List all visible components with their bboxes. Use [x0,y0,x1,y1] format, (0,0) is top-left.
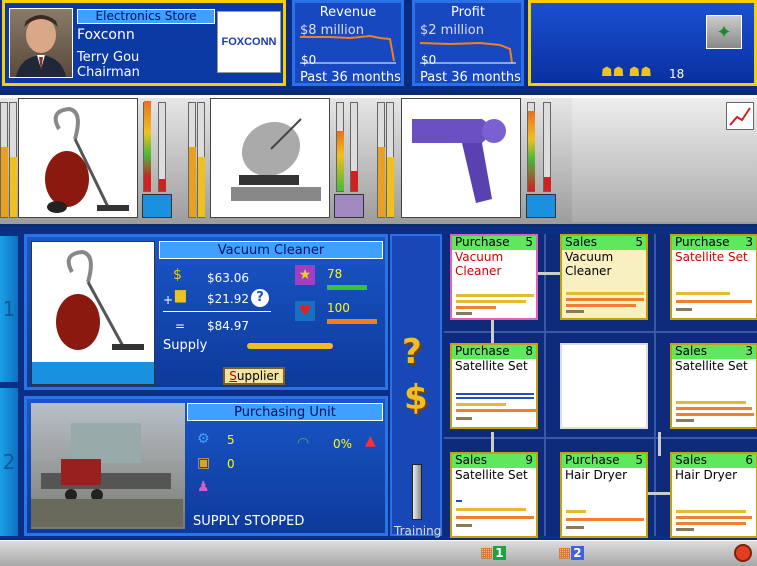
hairdryer-image[interactable] [401,98,521,218]
unit-card-sales-satellite[interactable]: Sales 3 Satellite Set [670,343,757,429]
building-icon: ▦ [480,545,494,561]
purchasing-title: Purchasing Unit [187,403,383,421]
company-logo[interactable]: FOXCONN [217,11,281,73]
people-count: 18 [669,67,685,81]
company-logo-text: FOXCONN [221,36,277,48]
side-tab-1[interactable]: 1 [0,236,18,382]
purchasing-photo[interactable] [31,403,185,529]
building-tab-1[interactable]: ▦ 1 [480,543,514,563]
detail-equals: = [175,319,186,333]
product-slot-satellite[interactable] [188,98,370,222]
store-type: Electronics Store [77,9,215,24]
status-panel: ✦ ☗☗ ☗☗ 18 [528,0,757,86]
purchasing-v1: 5 [227,433,235,447]
product-color-2 [334,194,364,218]
satellite-image[interactable] [210,98,330,218]
exit-button[interactable] [734,544,752,562]
product-color-1 [142,194,172,218]
map-icon: ✦ [716,21,732,43]
warning-icon[interactable]: ▲ [365,433,376,449]
ceo-portrait[interactable] [9,8,73,78]
unit-card-sales-vacuum[interactable]: Sales 5 Vacuum Cleaner [560,234,648,320]
supplier-button[interactable]: Supplier [223,367,285,385]
help-question-button[interactable]: ? [402,332,422,372]
detail-price1: $63.06 [207,271,249,285]
unit-card-purchase-satellite-2[interactable]: Purchase 8 Satellite Set [450,343,538,429]
detail-total: $84.97 [207,319,249,333]
people-icon: ☗☗ ☗☗ [601,65,652,80]
gauge-icon: ◠ [297,435,310,451]
truck-icon: ▆ [175,287,186,303]
detail-product-image[interactable] [31,241,155,385]
unit-card-purchase-hairdryer[interactable]: Purchase 5 Hair Dryer [560,452,648,538]
profit-title: Profit [451,5,485,20]
product-color-3 [526,194,556,218]
quality-value: 78 [327,267,343,281]
brand-bar [327,319,377,324]
quality-bar [327,285,367,290]
detail-price2: $21.92 [207,292,249,306]
finance-dollar-button[interactable]: $ [404,378,428,418]
line-chart-icon [729,107,751,126]
profit-zero: $0 [421,53,437,67]
product-slot-vacuum[interactable] [0,98,182,222]
revenue-zero: $0 [301,53,317,67]
training-label: Training [394,524,442,538]
unit-card-purchase-vacuum[interactable]: Purchase 5 Vacuum Cleaner [450,234,538,320]
profit-period: Past 36 months [420,70,521,85]
detail-product-name: Vacuum Cleaner [159,241,383,259]
brand-value: 100 [327,301,350,315]
unit-card-sales-hairdryer[interactable]: Sales 6 Hair Dryer [670,452,757,538]
help-button[interactable]: ? [251,289,269,307]
chart-button[interactable] [726,102,754,130]
unit-card-empty[interactable] [560,343,648,429]
purchasing-status: SUPPLY STOPPED [193,514,305,529]
stock-icon: ▣ [197,455,211,471]
unit-card-purchase-satellite[interactable]: Purchase 3 Satellite Set [670,234,757,320]
product-slot-empty[interactable] [572,98,757,222]
purchasing-v2: 0 [227,457,235,471]
quality-icon: ★ [295,265,315,285]
profit-panel[interactable]: Profit $2 million $0 Past 36 months [412,0,524,86]
detail-plus: + [163,293,174,307]
building-icon-2: ▦ [558,545,572,561]
company-name: Foxconn [77,27,135,43]
employees-icon: ⚙ [197,431,210,447]
purchasing-panel: Purchasing Unit ⚙ 5 ▣ 0 ♟ ◠ 0% ▲ SUPPLY … [24,396,388,536]
supply-bar [247,343,333,349]
ceo-name: Terry Gou [77,50,140,65]
ceo-title: Chairman [77,65,140,80]
purchasing-pct: 0% [333,437,353,451]
bottom-bar [0,540,757,566]
manager-icon: ♟ [197,479,210,495]
supply-label: Supply [163,338,208,353]
detail-panel: Vacuum Cleaner $ $63.06 + ▆ $21.92 ? = $… [24,234,388,390]
side-tab-2[interactable]: 2 [0,388,18,536]
training-slider[interactable] [412,464,422,520]
revenue-title: Revenue [319,5,377,20]
vacuum-image[interactable] [18,98,138,218]
map-button[interactable]: ✦ [706,15,742,49]
building-tab-2[interactable]: ▦ 2 [558,543,592,563]
money-icon: $ [173,267,182,283]
revenue-panel[interactable]: Revenue $8 million $0 Past 36 months [292,0,404,86]
revenue-period: Past 36 months [300,70,401,85]
unit-card-sales-satellite-3[interactable]: Sales 9 Satellite Set [450,452,538,538]
tool-column: ? $ Training [390,234,442,538]
brand-icon: ♥ [295,301,315,321]
product-slot-hairdryer[interactable] [377,98,567,222]
company-panel: Electronics Store Foxconn Terry Gou Chai… [2,0,286,86]
